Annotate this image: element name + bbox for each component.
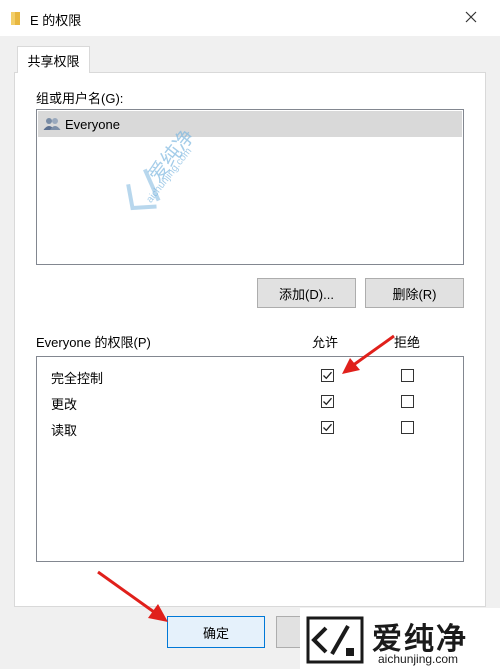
group-list-label: 组或用户名(G): <box>36 91 124 106</box>
annotation-arrow-icon <box>342 334 395 374</box>
permission-name: 读取 <box>51 423 78 438</box>
remove-button[interactable]: 删除(R) <box>365 278 464 308</box>
deny-checkbox-change[interactable] <box>401 395 414 408</box>
logo-icon <box>306 616 364 664</box>
allow-checkbox-read[interactable] <box>321 421 334 434</box>
close-icon <box>465 11 477 26</box>
deny-checkbox-read[interactable] <box>401 421 414 434</box>
permissions-list: 完全控制 更改 读取 <box>36 356 464 562</box>
tab-share-permissions[interactable]: 共享权限 <box>17 46 90 73</box>
title-bar: E 的权限 <box>0 0 500 36</box>
deny-checkbox-full-control[interactable] <box>401 369 414 382</box>
table-row: 更改 <box>37 389 463 415</box>
permission-name: 完全控制 <box>51 371 104 386</box>
users-icon <box>43 117 61 131</box>
annotation-arrow-icon <box>97 570 168 622</box>
permissions-title: Everyone 的权限(P) <box>36 335 151 350</box>
permission-name: 更改 <box>51 397 78 412</box>
close-button[interactable] <box>456 4 486 32</box>
ok-button[interactable]: 确定 <box>167 616 265 648</box>
window-title: E 的权限 <box>30 13 82 28</box>
allow-checkbox-change[interactable] <box>321 395 334 408</box>
permissions-dialog: E 的权限 共享权限 组或用户名(G): Everyone 爱纯净 aichun… <box>0 0 500 669</box>
watermark: 爱纯净 aichunjing.com <box>98 112 208 232</box>
brand-logo: 爱纯净 aichunjing.com <box>300 608 500 669</box>
folder-icon <box>10 10 22 29</box>
add-button[interactable]: 添加(D)... <box>257 278 356 308</box>
table-row: 读取 <box>37 415 463 441</box>
logo-url-text: aichunjing.com <box>378 652 459 666</box>
